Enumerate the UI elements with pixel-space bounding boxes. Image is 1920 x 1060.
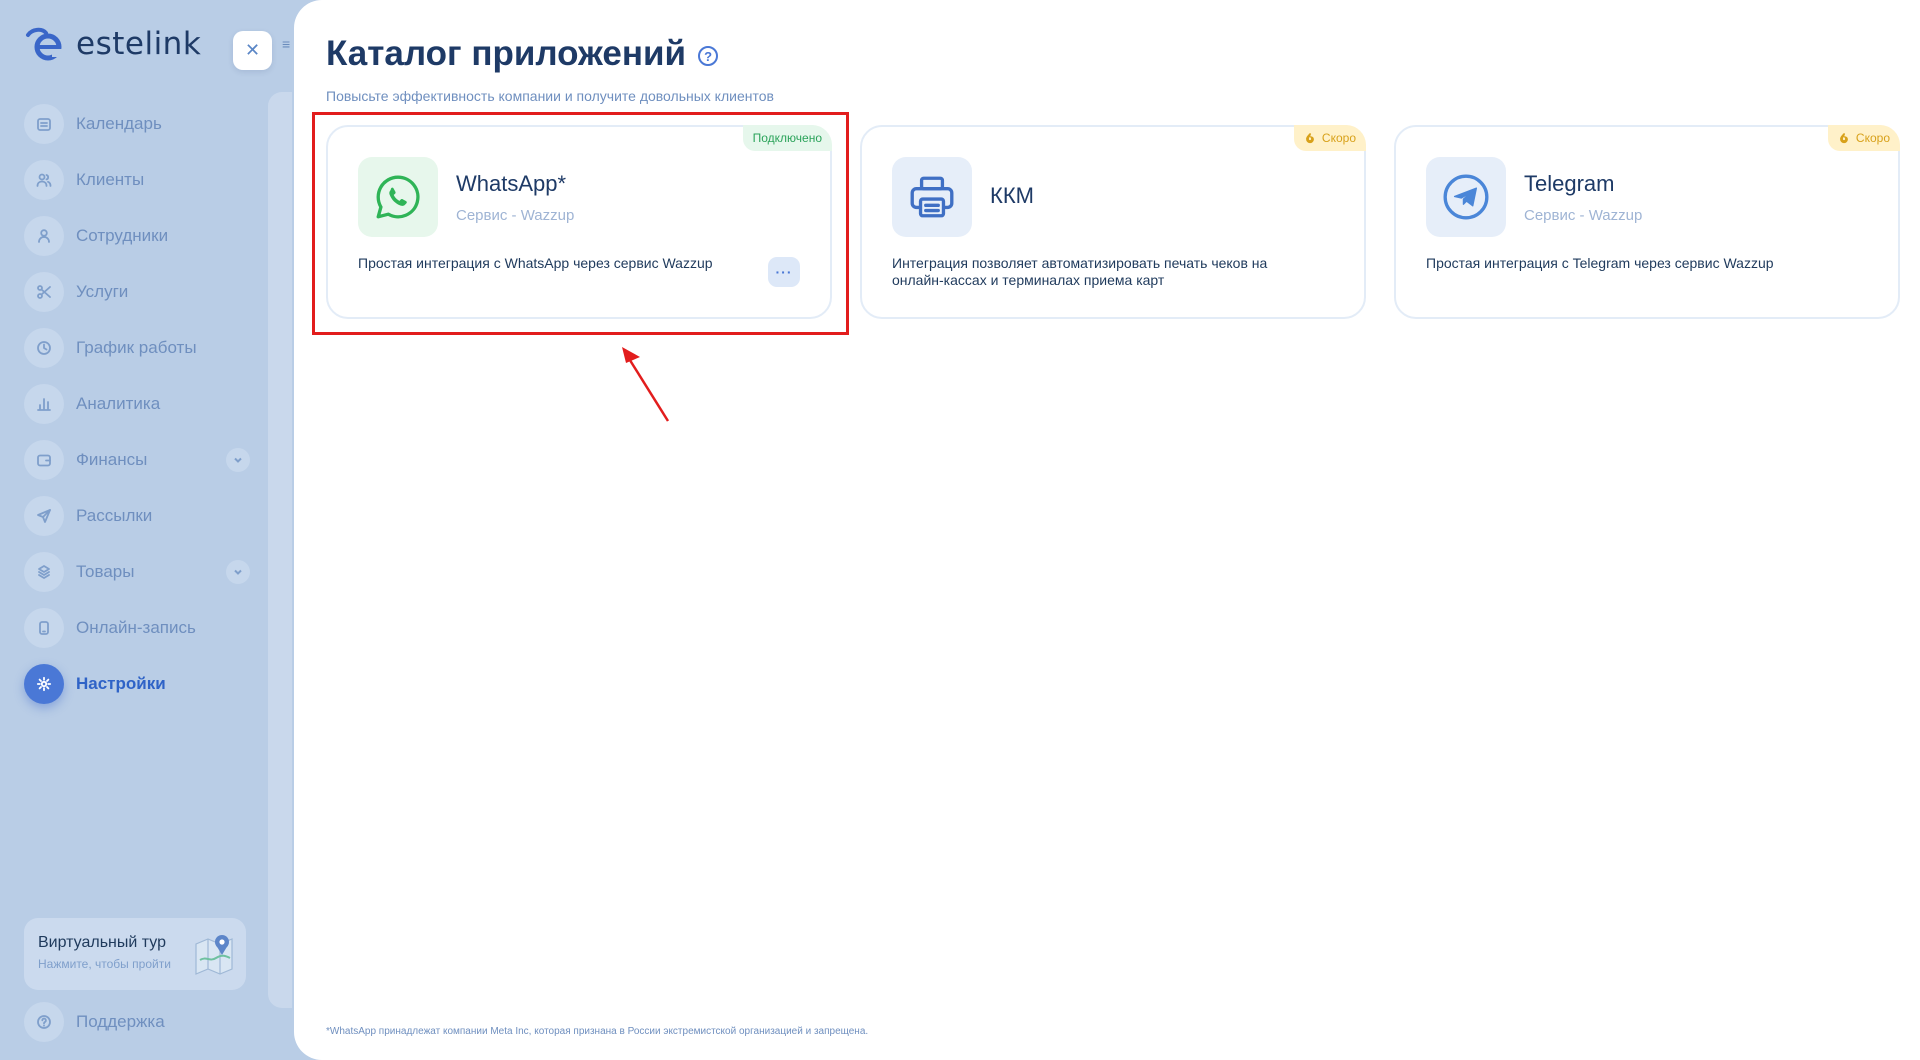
sidebar-item-products[interactable]: Товары [24,552,250,592]
page-subtitle: Повысьте эффективность компании и получи… [326,88,774,104]
more-options-button[interactable]: ··· [768,257,800,287]
box-icon [24,552,64,592]
wallet-icon [24,440,64,480]
status-badge: Скоро [1293,125,1366,151]
clock-icon [24,328,64,368]
virtual-tour-card[interactable]: Виртуальный тур Нажмите, чтобы пройти [24,918,246,990]
status-badge: Подключено [742,125,832,151]
send-icon [24,496,64,536]
chevron-down-icon[interactable] [226,560,250,584]
sidebar-item-label: Услуги [76,282,129,301]
sidebar-item-calendar[interactable]: Календарь [24,104,250,144]
sidebar-item-support[interactable]: Поддержка [24,1002,165,1042]
sidebar-item-finance[interactable]: Финансы [24,440,250,480]
flame-icon [1306,133,1314,144]
app-card-whatsapp[interactable]: Подключено WhatsApp* Сервис - Wazzup Про… [326,125,832,319]
sidebar-item-label: График работы [76,338,197,357]
sidebar-item-label: Рассылки [76,506,153,525]
app-card-vendor: Сервис - Wazzup [1524,207,1643,224]
close-sidebar-button[interactable]: ✕ [233,31,272,70]
phone-icon [24,608,64,648]
user-icon [24,216,64,256]
app-card-kkm[interactable]: Скоро ККМ Интеграция позволяет автоматиз… [860,125,1366,319]
sidebar-item-clients[interactable]: Клиенты [24,160,250,200]
app-card-name: WhatsApp* [456,171,567,196]
status-badge-label: Подключено [752,131,822,145]
sidebar-item-mailings[interactable]: Рассылки [24,496,250,536]
main-content: Каталог приложений ? Повысьте эффективно… [294,0,1920,1060]
bar-chart-icon [24,384,64,424]
sidebar-item-employees[interactable]: Сотрудники [24,216,250,256]
sidebar-item-label: Аналитика [76,394,161,413]
app-card-vendor: Сервис - Wazzup [456,207,575,224]
sidebar-item-label: Онлайн-запись [76,618,196,637]
chevron-down-icon[interactable] [226,448,250,472]
app-card-telegram[interactable]: Скоро Telegram Сервис - Wazzup Простая и… [1394,125,1900,319]
close-icon: ✕ [244,40,261,60]
status-badge: Скоро [1827,125,1900,151]
menu-lines-icon: ≡ [282,36,291,52]
page-title-text: Каталог приложений [326,34,687,73]
sidebar-item-schedule[interactable]: График работы [24,328,250,368]
sidebar-item-label: Клиенты [76,170,145,189]
sidebar-item-online-booking[interactable]: Онлайн-запись [24,608,250,648]
sidebar-item-label: Сотрудники [76,226,169,245]
sidebar-item-label: Календарь [76,114,162,133]
app-card-description: Интеграция позволяет автоматизировать пе… [892,255,1268,288]
app-card-description: Простая интеграция с WhatsApp через серв… [358,255,713,271]
telegram-icon [1426,157,1506,237]
page-title: Каталог приложений ? [326,34,719,74]
calendar-icon [24,104,64,144]
sidebar-peek-panel [268,92,292,1008]
users-icon [24,160,64,200]
sidebar-item-label: Настройки [76,674,166,693]
whatsapp-icon [358,157,438,237]
estelink-logo-icon [26,27,62,61]
sidebar-item-settings[interactable]: Настройки [24,664,250,704]
help-circle-icon [24,1002,64,1042]
sidebar-item-label: Товары [76,562,135,581]
support-label: Поддержка [76,1012,165,1031]
logo-text: estelink [76,26,202,62]
status-badge-label: Скоро [1321,131,1356,145]
footnote: *WhatsApp принадлежат компании Meta Inc,… [326,1026,869,1037]
help-icon[interactable]: ? [698,46,719,66]
sidebar-nav: Календарь Клиенты Сотрудники Услуги Граф… [24,104,250,720]
gear-icon [24,664,64,704]
flame-icon [1840,133,1848,144]
app-card-name: ККМ [990,183,1034,208]
scissors-icon [24,272,64,312]
sidebar-item-services[interactable]: Услуги [24,272,250,312]
sidebar-item-analytics[interactable]: Аналитика [24,384,250,424]
sidebar: estelink ✕ ≡ Календарь Клиенты Сотрудник… [0,0,292,1060]
app-card-description: Простая интеграция с Telegram через серв… [1426,255,1774,271]
sidebar-item-label: Финансы [76,450,148,469]
printer-icon [892,157,972,237]
status-badge-label: Скоро [1855,131,1890,145]
logo[interactable]: estelink [24,24,201,64]
map-icon [195,935,233,975]
app-card-name: Telegram [1524,171,1615,196]
